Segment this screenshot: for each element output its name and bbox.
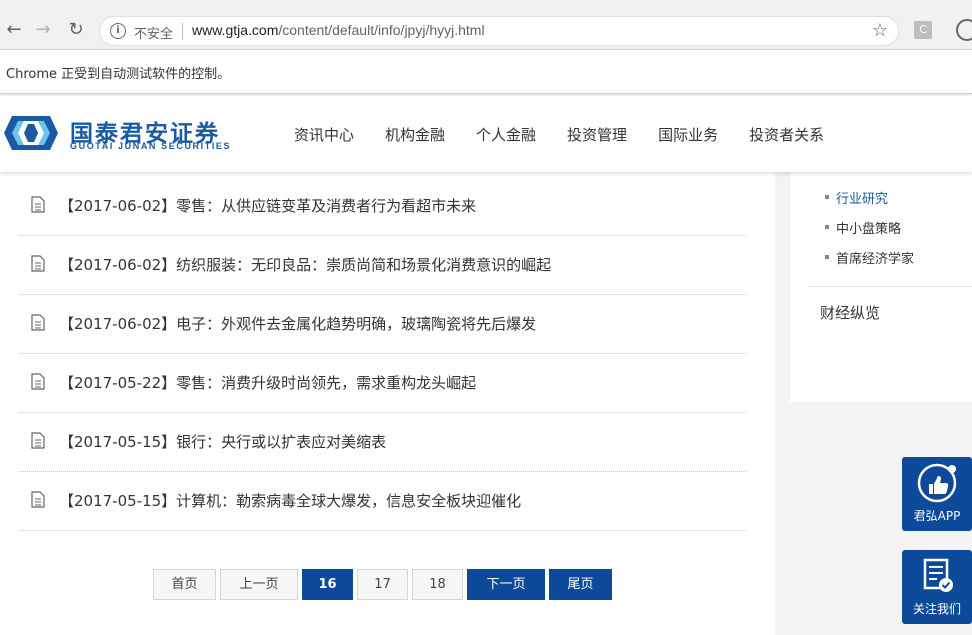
logo-mark-icon [4, 116, 58, 150]
nav-item-personal-finance[interactable]: 个人金融 [476, 124, 536, 148]
automation-notice: Chrome 正受到自动测试软件的控制。 [6, 67, 231, 82]
document-icon [31, 432, 45, 449]
main-navigation: 资讯中心 机构金融 个人金融 投资管理 国际业务 投资者关系 [294, 124, 855, 148]
list-item[interactable]: 【2017-05-15】计算机：勒索病毒全球大爆发，信息安全板块迎催化 [19, 472, 746, 531]
article-title[interactable]: 【2017-05-15】银行：央行或以扩表应对美缩表 [59, 431, 386, 452]
address-bar[interactable]: i 不安全 www.gtja.com/content/default/info/… [99, 16, 899, 46]
url-text[interactable]: www.gtja.com/content/default/info/jpyj/h… [192, 22, 485, 38]
info-icon[interactable]: i [110, 23, 126, 39]
profile-icon[interactable] [956, 19, 972, 41]
nav-item-institutional-finance[interactable]: 机构金融 [385, 124, 445, 148]
address-separator [182, 23, 183, 40]
reload-icon[interactable]: ↻ [64, 18, 88, 42]
article-title[interactable]: 【2017-06-02】纺织服装：无印良品：崇质尚简和场景化消费意识的崛起 [59, 254, 551, 275]
nav-item-investment-management[interactable]: 投资管理 [567, 124, 627, 148]
article-title[interactable]: 【2017-05-15】计算机：勒索病毒全球大爆发，信息安全板块迎催化 [59, 490, 521, 511]
page-button-16[interactable]: 16 [302, 569, 353, 600]
sidebar-item-chief-economist[interactable]: 首席经济学家 [824, 248, 914, 267]
site-header: 国泰君安证券 GUOTAI JUNAN SECURITIES 资讯中心 机构金融… [0, 96, 972, 172]
page-button-18[interactable]: 18 [412, 569, 463, 600]
nav-item-investor-relations[interactable]: 投资者关系 [749, 124, 824, 148]
logo-english-name: GUOTAI JUNAN SECURITIES [70, 141, 232, 151]
url-path: /content/default/info/jpyj/hyyj.html [278, 22, 485, 38]
first-page-button[interactable]: 首页 [153, 569, 216, 600]
document-icon [31, 373, 45, 390]
document-icon [31, 255, 45, 272]
page-button-17[interactable]: 17 [357, 569, 408, 600]
extension-icon[interactable]: C [914, 21, 932, 39]
sidebar-gutter [775, 172, 790, 635]
sidebar: 行业研究 中小盘策略 首席经济学家 财经纵览 [790, 172, 972, 402]
back-arrow-icon[interactable]: ← [2, 18, 26, 42]
sidebar-item-smallcap-strategy[interactable]: 中小盘策略 [824, 218, 901, 237]
document-icon [31, 314, 45, 331]
forward-arrow-icon[interactable]: → [31, 18, 55, 42]
url-host: www.gtja.com [192, 22, 279, 38]
nav-item-international-business[interactable]: 国际业务 [658, 124, 718, 148]
list-item[interactable]: 【2017-05-22】零售：消费升级时尚领先，需求重构龙头崛起 [19, 354, 746, 413]
document-icon [31, 196, 45, 213]
article-list: 【2017-06-02】零售：从供应链变革及消费者行为看超市未来 【2017-0… [19, 177, 746, 531]
browser-toolbar: ← → ↻ i 不安全 www.gtja.com/content/default… [0, 12, 972, 50]
document-icon [31, 491, 45, 508]
security-label: 不安全 [134, 27, 174, 42]
article-title[interactable]: 【2017-06-02】电子：外观件去金属化趋势明确，玻璃陶瓷将先后爆发 [59, 313, 536, 334]
checklist-icon [923, 558, 953, 592]
article-title[interactable]: 【2017-05-22】零售：消费升级时尚领先，需求重构龙头崛起 [59, 372, 476, 393]
list-item[interactable]: 【2017-06-02】纺织服装：无印良品：崇质尚简和场景化消费意识的崛起 [19, 236, 746, 295]
thumbs-up-icon [917, 463, 957, 503]
automation-infobar: Chrome 正受到自动测试软件的控制。 [0, 50, 972, 94]
sidebar-item-industry-research[interactable]: 行业研究 [824, 188, 888, 207]
bookmark-star-icon[interactable]: ☆ [872, 20, 888, 41]
list-item[interactable]: 【2017-05-15】银行：央行或以扩表应对美缩表 [19, 413, 746, 472]
sidebar-divider [808, 286, 972, 287]
app-download-button[interactable]: 君弘APP [902, 457, 972, 531]
article-title[interactable]: 【2017-06-02】零售：从供应链变革及消费者行为看超市未来 [59, 195, 476, 216]
site-logo[interactable]: 国泰君安证券 GUOTAI JUNAN SECURITIES [4, 114, 244, 154]
follow-us-button[interactable]: 关注我们 [902, 550, 972, 624]
list-item[interactable]: 【2017-06-02】电子：外观件去金属化趋势明确，玻璃陶瓷将先后爆发 [19, 295, 746, 354]
prev-page-button[interactable]: 上一页 [220, 569, 298, 600]
last-page-button[interactable]: 尾页 [549, 569, 612, 600]
browser-tab-strip [0, 0, 972, 12]
next-page-button[interactable]: 下一页 [467, 569, 545, 600]
sidebar-category-finance-overview[interactable]: 财经纵览 [820, 302, 880, 323]
pagination: 首页 上一页 16 17 18 下一页 尾页 [153, 569, 616, 601]
follow-button-label: 关注我们 [912, 602, 961, 616]
app-button-label: 君弘APP [913, 509, 961, 523]
main-content: 【2017-06-02】零售：从供应链变革及消费者行为看超市未来 【2017-0… [0, 172, 790, 635]
nav-item-news-center[interactable]: 资讯中心 [294, 124, 354, 148]
list-item[interactable]: 【2017-06-02】零售：从供应链变革及消费者行为看超市未来 [19, 177, 746, 236]
